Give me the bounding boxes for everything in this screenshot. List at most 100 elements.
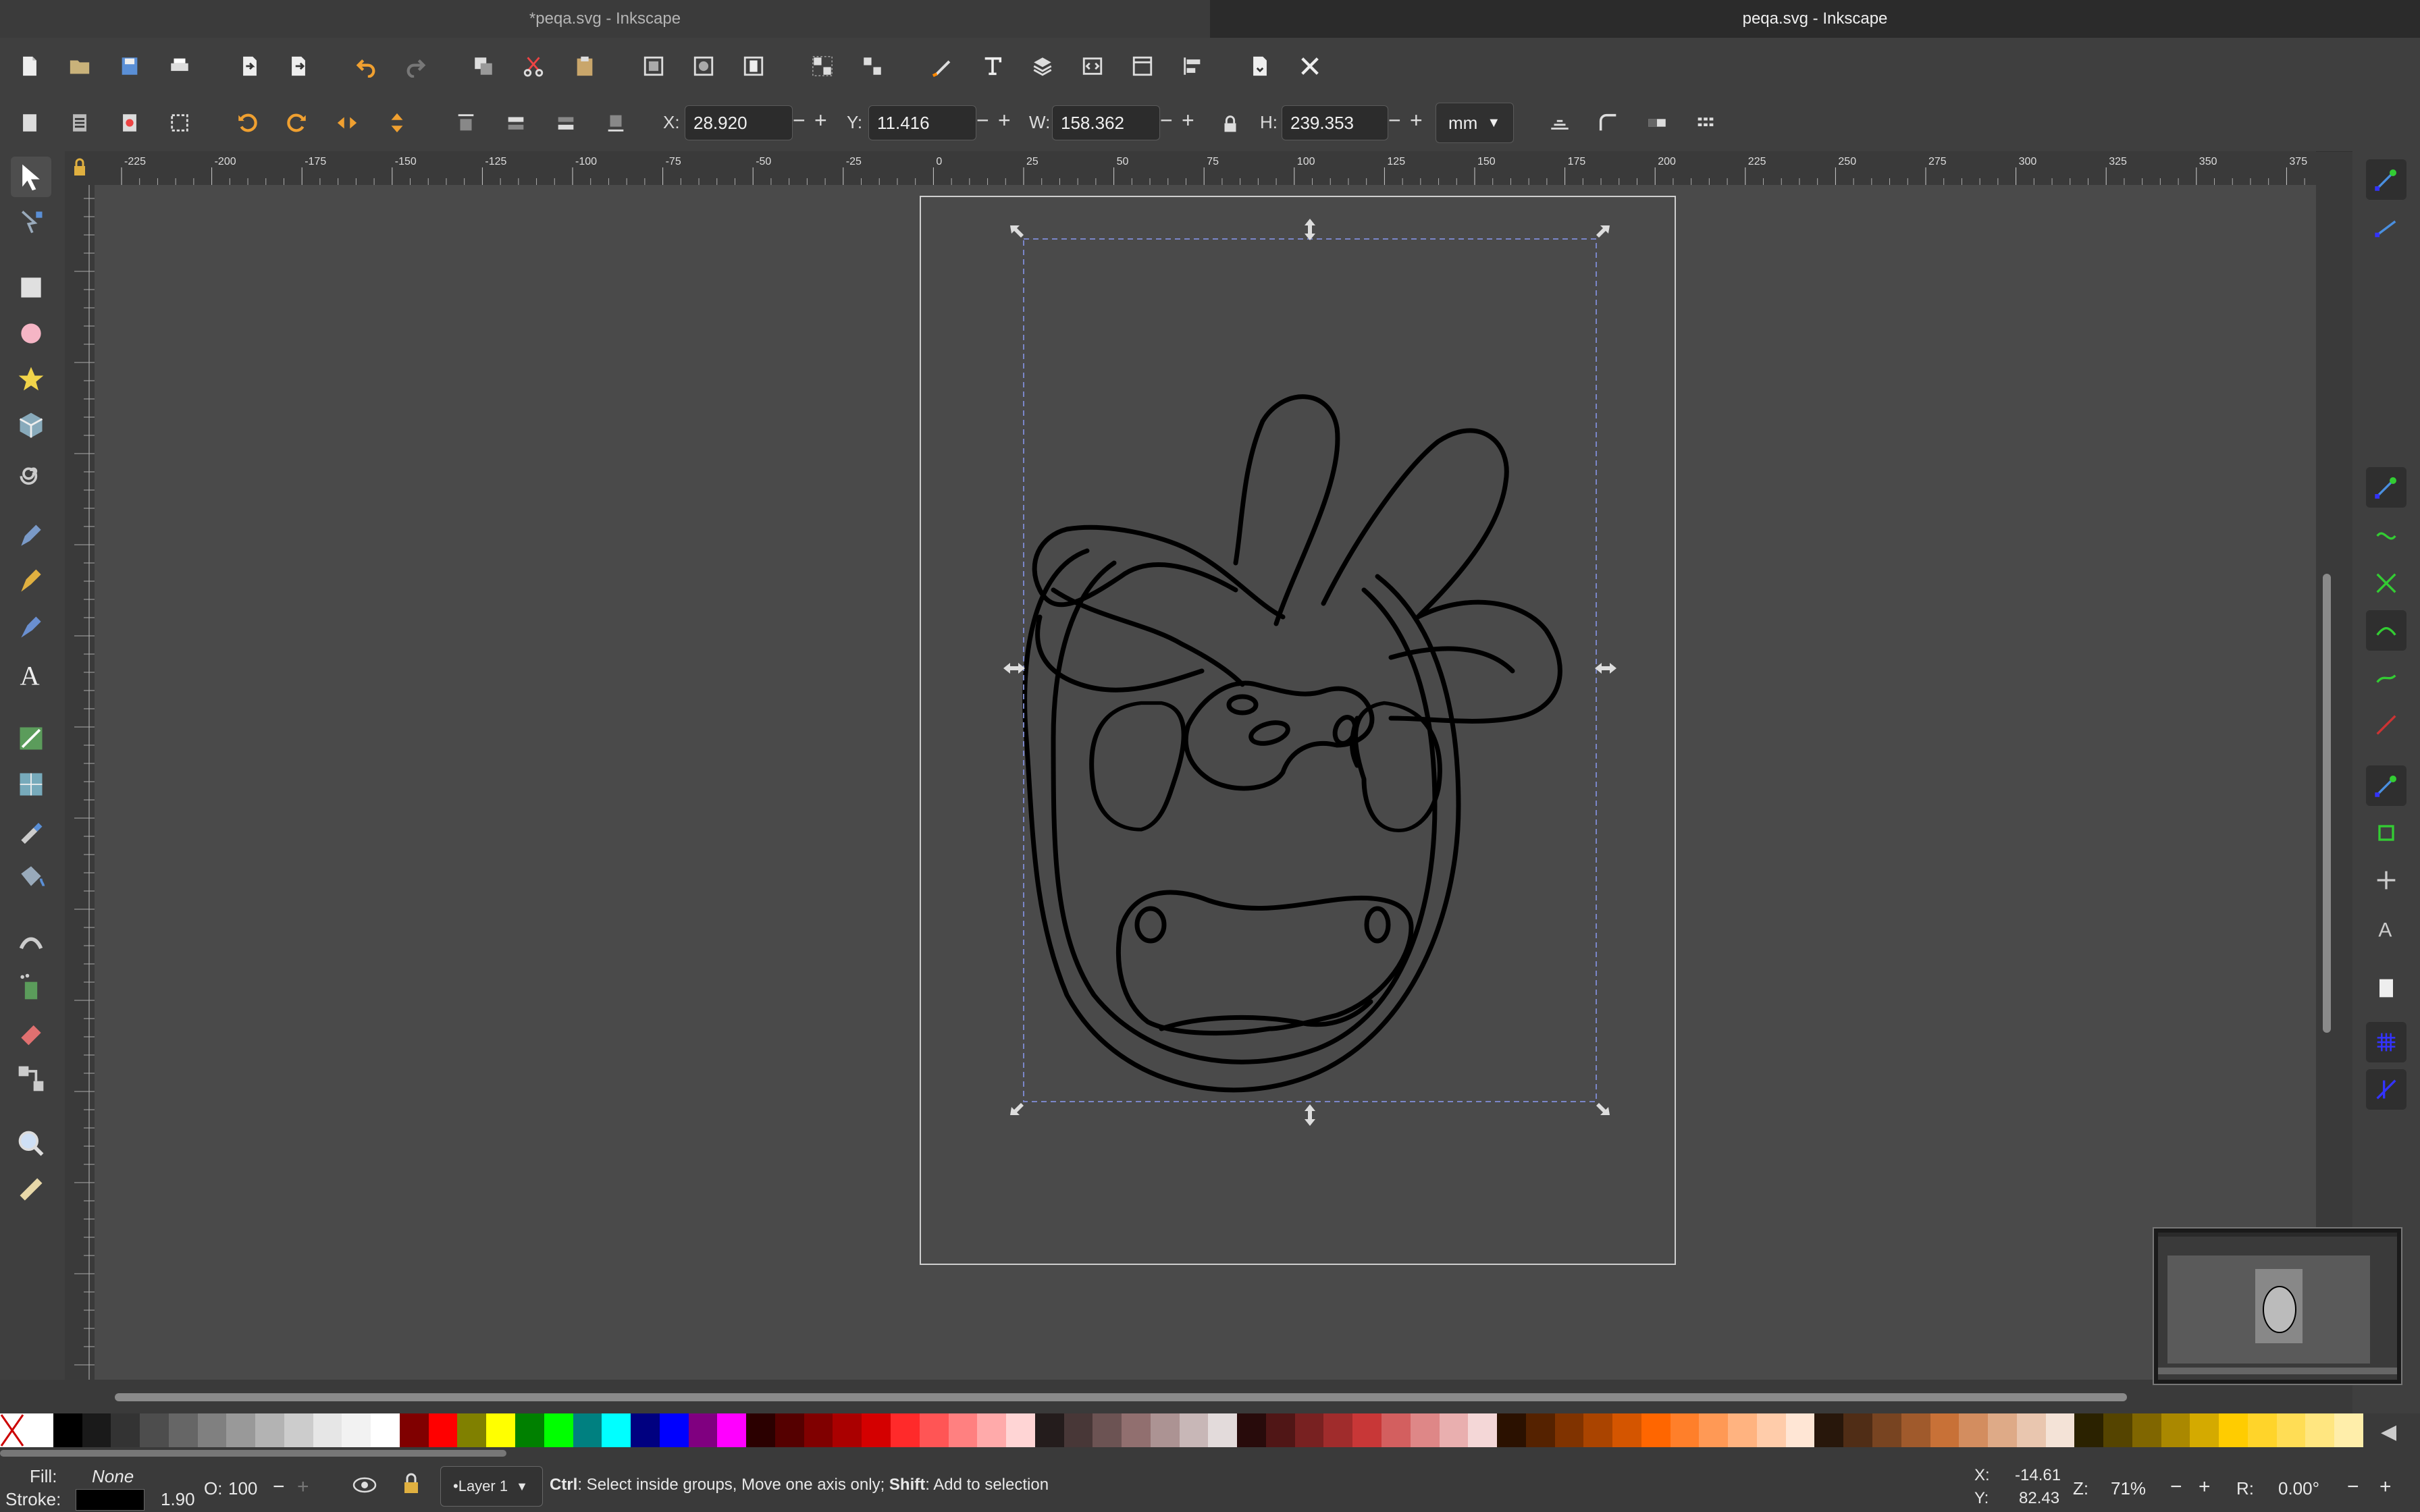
- window-tab-unsaved[interactable]: *peqa.svg - Inkscape: [0, 0, 1210, 38]
- snap-smooth-icon[interactable]: [2366, 657, 2406, 698]
- gradient-tool-icon[interactable]: [11, 718, 51, 759]
- color-swatch[interactable]: [1006, 1413, 1035, 1447]
- spray-tool-icon[interactable]: [11, 967, 51, 1007]
- document-properties-icon[interactable]: [1125, 49, 1160, 84]
- horizontal-scrollbar[interactable]: [115, 1393, 2127, 1401]
- deselect-icon[interactable]: [112, 105, 147, 140]
- color-swatch[interactable]: [53, 1413, 82, 1447]
- color-swatch[interactable]: [515, 1413, 544, 1447]
- fill-stroke-icon[interactable]: [925, 49, 960, 84]
- color-swatch[interactable]: [1901, 1413, 1930, 1447]
- save-icon[interactable]: [112, 49, 147, 84]
- paste-icon[interactable]: [567, 49, 602, 84]
- color-swatch[interactable]: [1554, 1413, 1584, 1447]
- color-swatch[interactable]: [1294, 1413, 1324, 1447]
- text-tool-icon[interactable]: A: [11, 653, 51, 694]
- align-distribute-icon[interactable]: [1175, 49, 1210, 84]
- zoom-in-button[interactable]: +: [2199, 1476, 2211, 1498]
- color-swatch[interactable]: [890, 1413, 920, 1447]
- color-swatch[interactable]: [1872, 1413, 1901, 1447]
- color-swatch[interactable]: [371, 1413, 400, 1447]
- color-swatch[interactable]: [1063, 1413, 1093, 1447]
- snap-midpoint-icon[interactable]: [2366, 705, 2406, 745]
- snap-others-icon[interactable]: [2366, 765, 2406, 806]
- color-swatch[interactable]: [948, 1413, 978, 1447]
- color-swatch[interactable]: [1612, 1413, 1641, 1447]
- color-swatch[interactable]: [313, 1413, 342, 1447]
- color-swatch[interactable]: [1439, 1413, 1469, 1447]
- lock-guides-icon[interactable]: [65, 151, 95, 185]
- color-swatch[interactable]: [631, 1413, 660, 1447]
- color-swatch[interactable]: [486, 1413, 516, 1447]
- color-swatch[interactable]: [2334, 1413, 2364, 1447]
- color-swatch[interactable]: [197, 1413, 227, 1447]
- color-swatch[interactable]: [2103, 1413, 2132, 1447]
- calligraphy-tool-icon[interactable]: [11, 608, 51, 648]
- width-input[interactable]: 158.362: [1052, 105, 1160, 140]
- ellipse-tool-icon[interactable]: [11, 313, 51, 354]
- vertical-scrollbar[interactable]: [2323, 574, 2331, 1033]
- color-swatch[interactable]: [1122, 1413, 1151, 1447]
- y-input[interactable]: 11.416: [868, 105, 976, 140]
- color-palette[interactable]: [0, 1413, 2364, 1447]
- x-increment[interactable]: +: [814, 108, 827, 133]
- color-swatch[interactable]: [717, 1413, 747, 1447]
- import-icon[interactable]: [232, 49, 267, 84]
- unit-select[interactable]: mm ▼: [1436, 103, 1514, 143]
- color-swatch[interactable]: [2276, 1413, 2306, 1447]
- color-swatch[interactable]: [1237, 1413, 1266, 1447]
- color-swatch[interactable]: [1843, 1413, 1872, 1447]
- y-decrement[interactable]: −: [976, 108, 989, 133]
- color-swatch[interactable]: [1785, 1413, 1815, 1447]
- color-swatch[interactable]: [284, 1413, 313, 1447]
- color-swatch[interactable]: [833, 1413, 862, 1447]
- select-all-icon[interactable]: [12, 105, 47, 140]
- color-swatch[interactable]: [82, 1413, 111, 1447]
- width-increment[interactable]: +: [1182, 108, 1194, 133]
- color-swatch[interactable]: [919, 1413, 949, 1447]
- eraser-tool-icon[interactable]: [11, 1013, 51, 1053]
- color-swatch[interactable]: [1699, 1413, 1729, 1447]
- color-swatch[interactable]: [255, 1413, 284, 1447]
- raise-to-top-icon[interactable]: [448, 105, 483, 140]
- color-swatch[interactable]: [342, 1413, 371, 1447]
- node-tool-icon[interactable]: [11, 202, 51, 243]
- color-swatch[interactable]: [2219, 1413, 2248, 1447]
- color-swatch[interactable]: [1756, 1413, 1786, 1447]
- lock-ratio-icon[interactable]: [1213, 107, 1248, 142]
- y-increment[interactable]: +: [998, 108, 1011, 133]
- color-swatch[interactable]: [2045, 1413, 2075, 1447]
- zoom-page-icon[interactable]: [736, 49, 771, 84]
- rotation-input[interactable]: 0.00°: [2278, 1478, 2319, 1499]
- color-swatch[interactable]: [1323, 1413, 1353, 1447]
- rotate-decrement[interactable]: −: [2347, 1476, 2359, 1498]
- snap-cusp-icon[interactable]: [2366, 610, 2406, 651]
- scale-stroke-icon[interactable]: [1542, 105, 1577, 140]
- color-swatch[interactable]: [1525, 1413, 1555, 1447]
- color-swatch[interactable]: [1814, 1413, 1844, 1447]
- color-swatch[interactable]: [1381, 1413, 1411, 1447]
- new-document-icon[interactable]: [12, 49, 47, 84]
- spiral-tool-icon[interactable]: [11, 451, 51, 491]
- x-input[interactable]: 28.920: [685, 105, 793, 140]
- touch-select-icon[interactable]: [162, 105, 197, 140]
- color-swatch[interactable]: [659, 1413, 689, 1447]
- color-swatch[interactable]: [688, 1413, 718, 1447]
- pen-tool-icon[interactable]: [11, 562, 51, 602]
- height-input[interactable]: 239.353: [1282, 105, 1388, 140]
- color-swatch[interactable]: [457, 1413, 487, 1447]
- group-icon[interactable]: [805, 49, 840, 84]
- color-swatch[interactable]: [1034, 1413, 1064, 1447]
- mesh-tool-icon[interactable]: [11, 764, 51, 805]
- redo-icon[interactable]: [398, 49, 433, 84]
- navigator-preview[interactable]: [2153, 1227, 2402, 1385]
- export-icon[interactable]: [281, 49, 316, 84]
- measure-tool-icon[interactable]: [11, 1169, 51, 1210]
- color-swatch[interactable]: [602, 1413, 631, 1447]
- opacity-decrement[interactable]: −: [273, 1476, 285, 1498]
- stroke-width-value[interactable]: 1.90: [161, 1489, 195, 1510]
- x-decrement[interactable]: −: [793, 108, 806, 133]
- color-swatch[interactable]: [1959, 1413, 1989, 1447]
- palette-menu-icon[interactable]: ◀: [2381, 1420, 2396, 1444]
- color-swatch[interactable]: [1497, 1413, 1526, 1447]
